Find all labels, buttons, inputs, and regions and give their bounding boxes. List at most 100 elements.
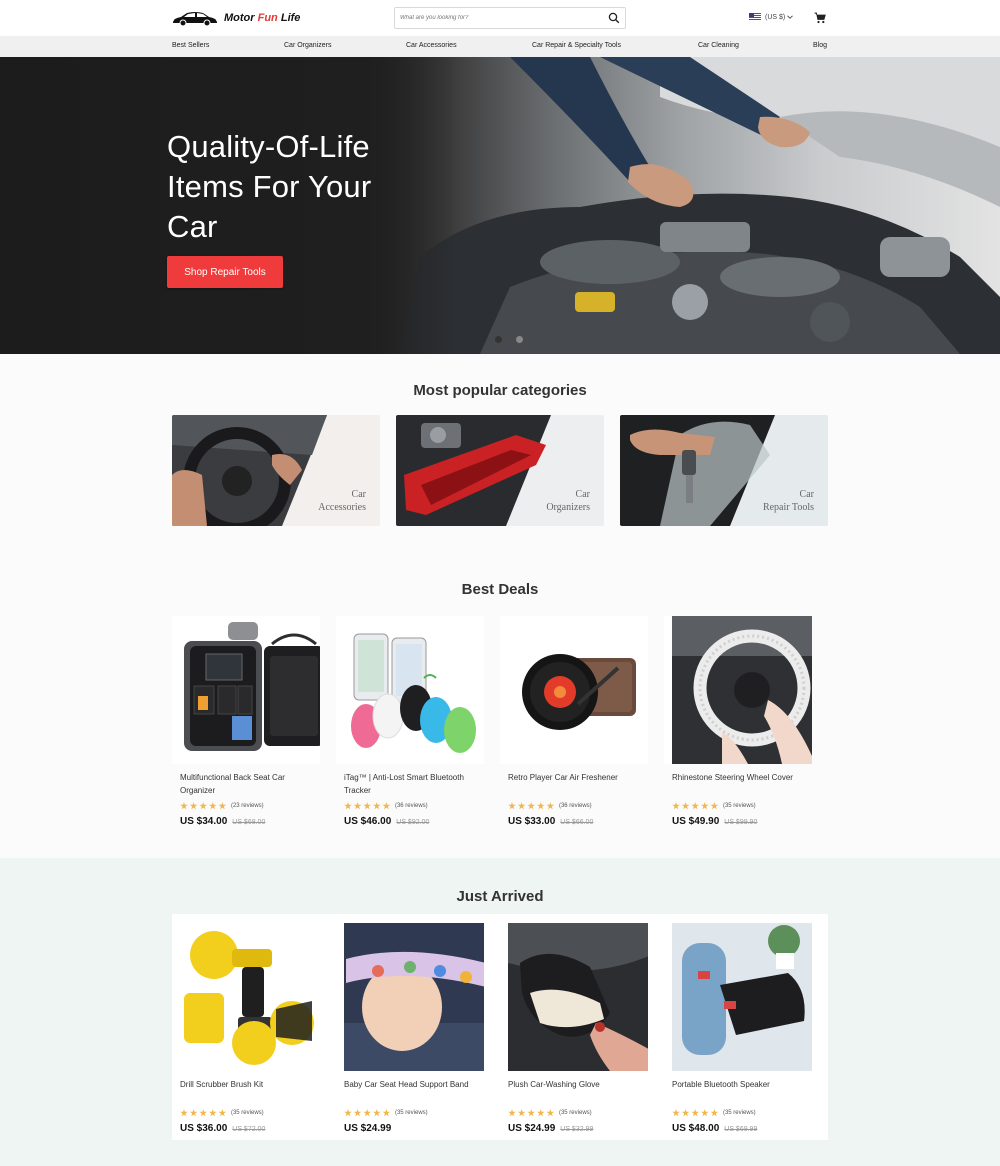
search-box xyxy=(394,7,626,29)
product-name[interactable]: Retro Player Car Air Freshener xyxy=(500,772,648,798)
star-icon xyxy=(536,1109,545,1117)
category-card-accessories[interactable]: Car Accessories xyxy=(172,415,380,526)
star-icon xyxy=(546,802,555,810)
product-name[interactable]: iTag™ | Anti-Lost Smart Bluetooth Tracke… xyxy=(336,772,484,798)
price-row: US $24.99 US $32.99 xyxy=(500,1123,648,1134)
review-count: (35 reviews) xyxy=(394,1110,428,1116)
star-icon xyxy=(546,1109,555,1117)
star-icon xyxy=(363,1109,372,1117)
product-image[interactable] xyxy=(336,616,484,764)
nav-best-sellers[interactable]: Best Sellers xyxy=(172,42,209,49)
product-image[interactable] xyxy=(172,923,320,1071)
carousel-dot-2[interactable] xyxy=(516,336,523,343)
product-card[interactable]: Portable Bluetooth Speaker (35 reviews) … xyxy=(664,923,812,1134)
washing-glove-image xyxy=(508,923,648,1071)
product-name[interactable]: Multifunctional Back Seat Car Organizer xyxy=(172,772,320,798)
cart-icon[interactable] xyxy=(814,12,826,24)
product-old-price: US $72.00 xyxy=(232,1126,266,1133)
product-old-price: US $99.90 xyxy=(724,819,758,826)
product-card[interactable]: Plush Car-Washing Glove (35 reviews) US … xyxy=(500,923,648,1134)
product-image[interactable] xyxy=(664,616,812,764)
carousel-dot-1[interactable] xyxy=(495,336,502,343)
category-card-organizers[interactable]: Car Organizers xyxy=(396,415,604,526)
steering-wheel-cover-image xyxy=(672,616,812,764)
product-card[interactable]: Retro Player Car Air Freshener (36 revie… xyxy=(500,616,648,827)
nav-car-accessories[interactable]: Car Accessories xyxy=(406,42,457,49)
product-old-price: US $68.00 xyxy=(232,819,266,826)
best-deals-title: Best Deals xyxy=(461,581,539,598)
price-row: US $33.00 US $66.00 xyxy=(500,816,648,827)
nav-car-organizers[interactable]: Car Organizers xyxy=(284,42,331,49)
category-label-line2: Repair Tools xyxy=(762,502,814,513)
product-card[interactable]: Drill Scrubber Brush Kit (35 reviews) US… xyxy=(172,923,320,1134)
rating-stars: (23 reviews) xyxy=(172,802,320,810)
star-icon xyxy=(691,802,700,810)
review-count: (35 reviews) xyxy=(230,1110,264,1116)
air-freshener-image xyxy=(522,654,636,730)
star-icon xyxy=(527,802,536,810)
logo-word-1: Motor xyxy=(224,12,255,24)
hero-title: Quality-Of-Life Items For Your Car xyxy=(167,129,372,244)
back-seat-organizer-image xyxy=(184,622,320,751)
star-icon xyxy=(363,802,372,810)
star-icon xyxy=(681,1109,690,1117)
category-label: Car Repair Tools xyxy=(763,488,814,514)
logo-text: Motor Fun Life xyxy=(224,12,300,24)
product-card[interactable]: Baby Car Seat Head Support Band (35 revi… xyxy=(336,923,484,1134)
review-count: (35 reviews) xyxy=(558,1110,592,1116)
rating-stars: (35 reviews) xyxy=(172,1109,320,1117)
product-card[interactable]: Rhinestone Steering Wheel Cover (35 revi… xyxy=(664,616,812,827)
star-icon xyxy=(372,802,381,810)
product-card[interactable]: Multifunctional Back Seat Car Organizer … xyxy=(172,616,320,827)
category-label-line1: Car xyxy=(575,489,590,500)
star-icon xyxy=(208,802,217,810)
product-name[interactable]: Baby Car Seat Head Support Band xyxy=(336,1079,484,1105)
category-card-repair-tools[interactable]: Car Repair Tools xyxy=(620,415,828,526)
shop-repair-tools-button[interactable]: Shop Repair Tools xyxy=(167,256,283,288)
product-image[interactable] xyxy=(664,923,812,1071)
currency-selector[interactable]: (US $) xyxy=(749,13,794,21)
review-count: (35 reviews) xyxy=(722,803,756,809)
product-image[interactable] xyxy=(172,616,320,764)
product-name[interactable]: Rhinestone Steering Wheel Cover xyxy=(664,772,812,798)
star-icon xyxy=(199,1109,208,1117)
product-image[interactable] xyxy=(500,923,648,1071)
review-count: (36 reviews) xyxy=(558,803,592,809)
product-name[interactable]: Drill Scrubber Brush Kit xyxy=(172,1079,320,1105)
price-row: US $34.00 US $68.00 xyxy=(172,816,320,827)
star-icon xyxy=(710,802,719,810)
product-image[interactable] xyxy=(336,923,484,1071)
rating-stars: (35 reviews) xyxy=(664,802,812,810)
nav-car-cleaning[interactable]: Car Cleaning xyxy=(698,42,739,49)
nav-blog[interactable]: Blog xyxy=(813,42,827,49)
product-image[interactable] xyxy=(500,616,648,764)
rating-stars: (35 reviews) xyxy=(664,1109,812,1117)
star-icon xyxy=(700,1109,709,1117)
star-icon xyxy=(180,802,188,810)
star-icon xyxy=(218,802,227,810)
us-flag-icon xyxy=(749,13,761,21)
category-label-line1: Car xyxy=(351,489,366,500)
star-icon xyxy=(672,1109,680,1117)
star-icon xyxy=(180,1109,188,1117)
category-label: Car Accessories xyxy=(318,488,366,514)
star-icon xyxy=(700,802,709,810)
star-icon xyxy=(189,1109,198,1117)
price-row: US $48.00 US $69.99 xyxy=(664,1123,812,1134)
product-name[interactable]: Plush Car-Washing Glove xyxy=(500,1079,648,1105)
chevron-down-icon xyxy=(787,15,794,19)
search-input[interactable] xyxy=(400,11,600,25)
site-logo[interactable]: Motor Fun Life xyxy=(171,8,300,28)
product-name[interactable]: Portable Bluetooth Speaker xyxy=(664,1079,812,1105)
rating-stars: (36 reviews) xyxy=(336,802,484,810)
product-card[interactable]: iTag™ | Anti-Lost Smart Bluetooth Tracke… xyxy=(336,616,484,827)
nav-car-repair-tools[interactable]: Car Repair & Specialty Tools xyxy=(532,42,621,49)
currency-label: (US $) xyxy=(765,13,786,21)
price-row: US $36.00 US $72.00 xyxy=(172,1123,320,1134)
search-icon[interactable] xyxy=(608,12,620,24)
star-icon xyxy=(189,802,198,810)
star-icon xyxy=(344,802,352,810)
star-icon xyxy=(508,802,516,810)
carousel-dots xyxy=(495,336,523,343)
bluetooth-tracker-image xyxy=(351,633,476,753)
